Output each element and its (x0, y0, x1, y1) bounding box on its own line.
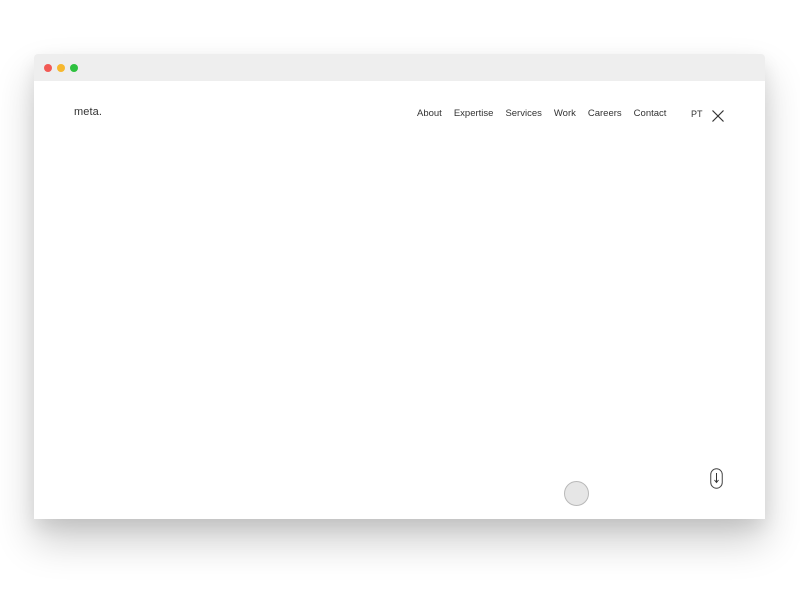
nav-link-work[interactable]: Work (554, 108, 576, 119)
window-minimize-button[interactable] (57, 64, 65, 72)
site-logo[interactable]: meta. (74, 106, 102, 118)
close-menu-button[interactable] (712, 109, 724, 122)
page-content: meta. About Expertise Services Work Care… (34, 81, 765, 519)
window-zoom-button[interactable] (70, 64, 78, 72)
nav-link-careers[interactable]: Careers (588, 108, 622, 119)
nav-link-services[interactable]: Services (505, 108, 541, 119)
scroll-down-button[interactable] (710, 468, 723, 489)
window-close-button[interactable] (44, 64, 52, 72)
nav-link-contact[interactable]: Contact (634, 108, 667, 119)
language-switch[interactable]: PT (691, 109, 703, 119)
browser-window: meta. About Expertise Services Work Care… (34, 54, 765, 519)
main-nav: About Expertise Services Work Careers Co… (417, 108, 666, 119)
close-x-icon (712, 110, 724, 122)
circle-button[interactable] (564, 481, 589, 506)
scroll-down-mouse-icon (710, 468, 723, 489)
nav-link-expertise[interactable]: Expertise (454, 108, 494, 119)
nav-link-about[interactable]: About (417, 108, 442, 119)
window-titlebar (34, 54, 765, 82)
